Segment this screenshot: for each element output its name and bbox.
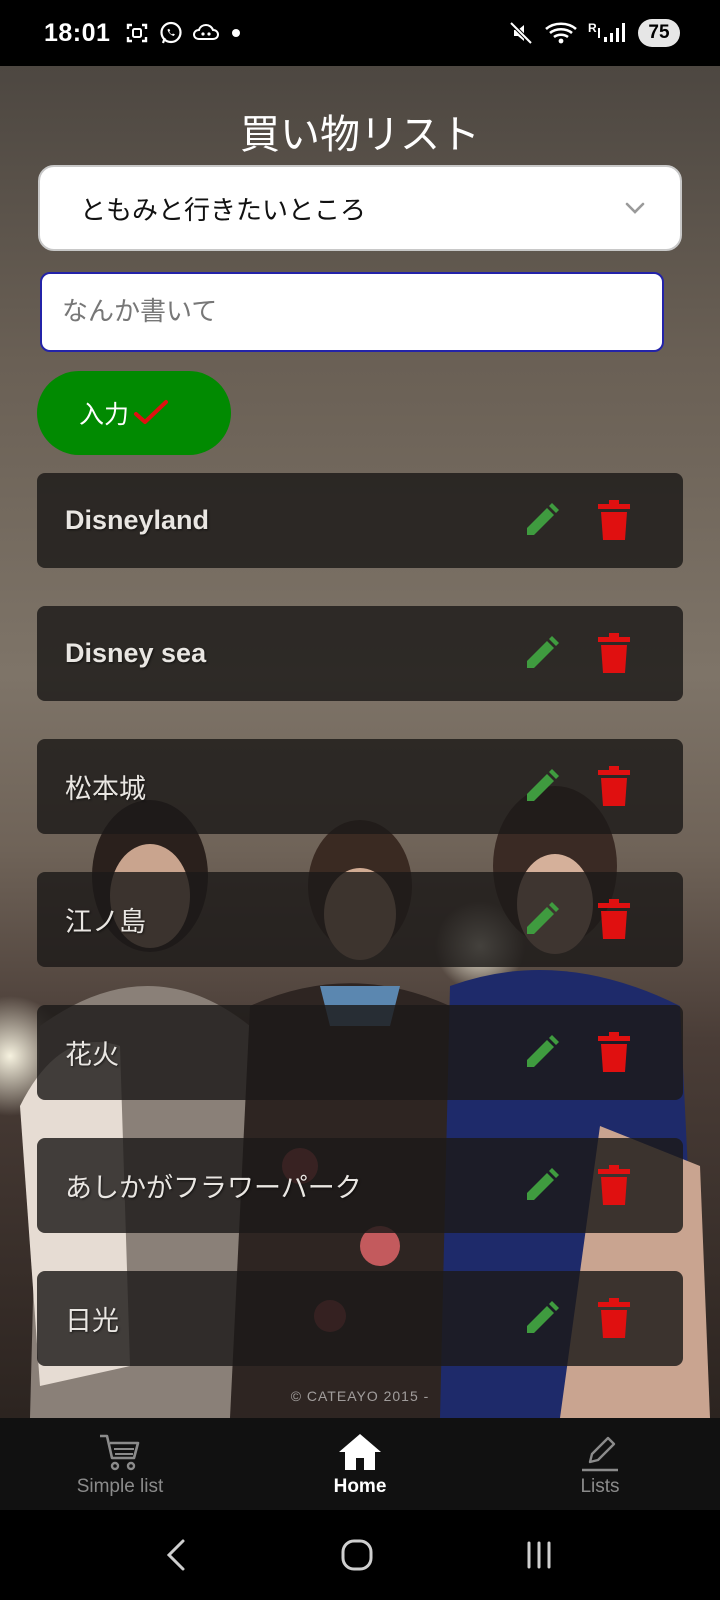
battery-indicator: 75 <box>638 19 680 47</box>
list-item: あしかがフラワーパーク <box>37 1138 683 1233</box>
list-select-value: ともみと行きたいところ <box>80 195 367 226</box>
pencil-icon[interactable] <box>521 634 561 674</box>
trash-icon[interactable] <box>597 765 631 807</box>
list-item: 江ノ島 <box>37 872 683 967</box>
home-icon <box>339 1434 381 1470</box>
status-left-icons <box>124 20 241 46</box>
list-item: 花火 <box>37 1005 683 1100</box>
phone-screen: 18:01 R 75 買い物リスト ともみと行きたいところ なんか書いて 入力 … <box>0 0 720 1600</box>
copyright-text: © CATEAYO 2015 - <box>290 1388 430 1404</box>
svg-text:R: R <box>588 21 597 35</box>
list-item-label: あしかがフラワーパーク <box>65 1173 362 1204</box>
bottom-navigation: Simple list Home Lists <box>0 1418 720 1510</box>
pencil-icon[interactable] <box>521 767 561 807</box>
trash-icon[interactable] <box>597 1031 631 1073</box>
list-item-label: 松本城 <box>65 774 146 805</box>
trash-icon[interactable] <box>597 632 631 674</box>
pencil-icon[interactable] <box>521 1299 561 1339</box>
list-item-label: 江ノ島 <box>65 907 146 938</box>
mute-icon <box>509 21 533 45</box>
item-input[interactable] <box>40 272 664 352</box>
whatsapp-icon <box>160 21 183 44</box>
list-item: 松本城 <box>37 739 683 834</box>
pencil-icon[interactable] <box>521 1033 561 1073</box>
nav-lists[interactable]: Lists <box>480 1418 720 1510</box>
notification-dot <box>232 29 241 37</box>
pencil-icon[interactable] <box>521 501 561 541</box>
list-select[interactable]: ともみと行きたいところ <box>38 165 682 251</box>
trash-icon[interactable] <box>597 898 631 940</box>
trash-icon[interactable] <box>597 499 631 541</box>
pencil-icon[interactable] <box>521 1166 561 1206</box>
status-right-icons: R 75 <box>508 19 680 47</box>
list-item-label: 花火 <box>65 1040 119 1071</box>
list-item-label: 日光 <box>65 1306 119 1337</box>
nav-home[interactable]: Home <box>240 1418 480 1510</box>
wifi-icon <box>545 22 577 44</box>
nav-label: Lists <box>580 1476 620 1497</box>
checkmark-icon <box>134 400 169 424</box>
list-item-label: Disney sea <box>65 638 207 668</box>
cloud-icon <box>193 23 220 40</box>
list-item: Disneyland <box>37 473 683 568</box>
screenshot-icon <box>127 23 148 43</box>
status-bar: 18:01 R 75 <box>0 0 720 66</box>
cart-icon <box>100 1434 140 1471</box>
signal-icon: R <box>588 21 625 42</box>
home-button-icon[interactable] <box>339 1537 375 1573</box>
pencil-icon[interactable] <box>521 900 561 940</box>
trash-icon[interactable] <box>597 1164 631 1206</box>
enter-button[interactable]: 入力 <box>37 371 231 455</box>
list-item: 日光 <box>37 1271 683 1366</box>
recent-apps-icon[interactable] <box>521 1537 557 1573</box>
chevron-down-icon <box>625 202 645 214</box>
status-time: 18:01 <box>44 18 111 47</box>
nav-simple-list[interactable]: Simple list <box>0 1418 240 1510</box>
list-item: Disney sea <box>37 606 683 701</box>
nav-label: Simple list <box>76 1476 164 1497</box>
enter-button-label: 入力 <box>79 401 130 429</box>
back-icon[interactable] <box>163 1537 193 1573</box>
system-navigation-bar <box>0 1510 720 1600</box>
list-item-label: Disneyland <box>65 505 210 535</box>
nav-label: Home <box>333 1476 387 1497</box>
pencil-icon <box>582 1436 618 1472</box>
page-title: 買い物リスト <box>240 112 480 158</box>
trash-icon[interactable] <box>597 1297 631 1339</box>
